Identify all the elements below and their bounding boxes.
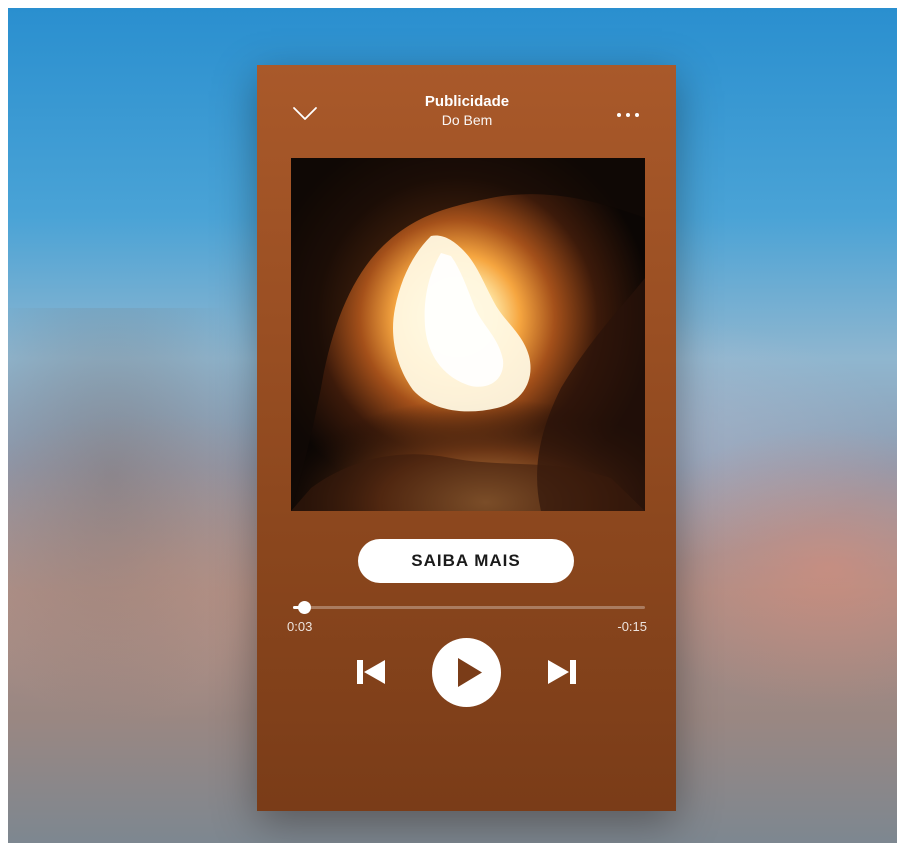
header-subtitle: Do Bem: [441, 112, 493, 128]
progress-knob[interactable]: [297, 601, 311, 614]
more-options-icon[interactable]: [614, 103, 644, 123]
background-blur-shape: [8, 308, 268, 728]
blurred-background: Publicidade Do Bem SAIBA MAIS 0:03 -0:15: [8, 8, 897, 843]
elapsed-time: 0:03: [287, 619, 313, 634]
play-icon: [458, 658, 482, 687]
play-button[interactable]: [432, 638, 501, 707]
ad-player-card: Publicidade Do Bem SAIBA MAIS 0:03 -0:15: [257, 65, 676, 811]
learn-more-label: SAIBA MAIS: [411, 551, 521, 570]
progress-bar[interactable]: [293, 601, 645, 614]
learn-more-button[interactable]: SAIBA MAIS: [358, 539, 574, 583]
skip-next-icon[interactable]: [544, 657, 578, 687]
header-titles: Publicidade Do Bem: [377, 93, 557, 129]
remaining-time: -0:15: [617, 619, 647, 634]
skip-previous-icon[interactable]: [355, 657, 389, 687]
header-title: Publicidade: [424, 93, 510, 110]
album-artwork: [291, 158, 645, 511]
chevron-down-icon[interactable]: [292, 105, 318, 123]
